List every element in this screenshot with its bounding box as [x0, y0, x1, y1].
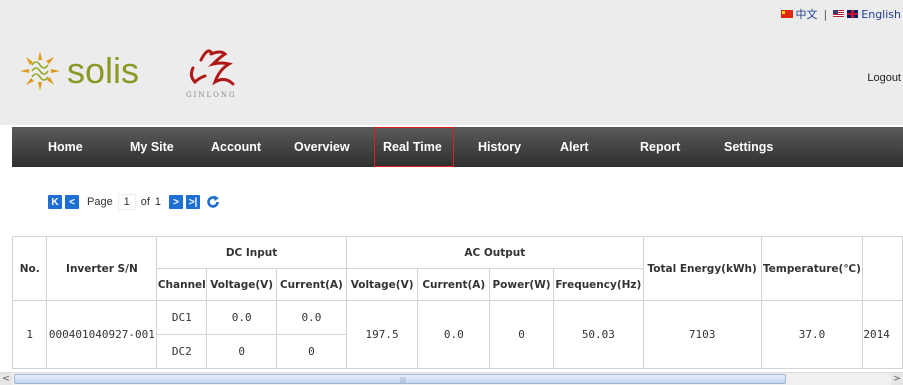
nav-account[interactable]: Account [211, 127, 261, 167]
of-label: of [140, 196, 150, 208]
col-total-energy: Total Energy(kWh) [642, 236, 762, 301]
col-no: No. [11, 236, 48, 301]
nav-real-time[interactable]: Real Time [374, 127, 454, 167]
table-row: 1 000401040927-001 DC1 0.0 0.0 197.5 0.0… [11, 300, 903, 369]
col-ac-output: AC Output [345, 236, 644, 269]
chinese-link[interactable]: 中文 [796, 6, 818, 22]
brand-name: solis [67, 50, 140, 91]
nav-settings[interactable]: Settings [724, 127, 773, 167]
english-link[interactable]: English [861, 8, 901, 21]
cell-power: 0 [489, 300, 554, 369]
nav-report[interactable]: Report [640, 127, 680, 167]
cell-inverter-sn: 000401040927-001 [46, 300, 158, 369]
china-flag-icon[interactable] [780, 10, 793, 18]
col-time [862, 236, 903, 301]
prev-page-icon[interactable]: < [65, 195, 79, 209]
cell-time: 2014 [862, 300, 903, 369]
ginlong-text: GINLONG [186, 91, 237, 99]
cell-temperature: 37.0 [760, 300, 864, 369]
cell-ac-current: 0.0 [417, 300, 491, 369]
cell-ac-voltage: 197.5 [345, 300, 419, 369]
nav-overview[interactable]: Overview [294, 127, 350, 167]
nav-home[interactable]: Home [48, 127, 83, 167]
horizontal-scrollbar[interactable]: < ||| > [0, 372, 903, 385]
scroll-thumb[interactable]: ||| [14, 374, 786, 384]
cell-no: 1 [11, 300, 48, 369]
col-dc-voltage: Voltage(V) [206, 268, 278, 301]
col-dc-input: DC Input [156, 236, 347, 269]
sun-logo-icon [20, 51, 60, 91]
cell-dc-voltage: 0.0 [206, 300, 278, 335]
pagination: K < Page 1 of 1 > >| [48, 194, 220, 210]
col-ac-current: Current(A) [417, 268, 491, 301]
col-channel: Channel [156, 268, 208, 301]
main-nav: Home My Site Account Overview Real Time … [12, 127, 903, 167]
cell-channel: DC1 [156, 300, 208, 335]
nav-alert[interactable]: Alert [560, 127, 588, 167]
first-page-icon[interactable]: K [48, 195, 62, 209]
cell-dc-voltage: 0 [206, 334, 278, 369]
col-frequency: Frequency(Hz) [552, 268, 644, 301]
cell-total-energy: 7103 [642, 300, 762, 369]
cell-dc-current: 0.0 [276, 300, 347, 335]
scroll-right-icon[interactable]: > [891, 373, 903, 385]
uk-flag-icon[interactable] [847, 10, 859, 18]
col-power: Power(W) [489, 268, 554, 301]
last-page-icon[interactable]: >| [186, 195, 201, 209]
grip-icon: ||| [400, 377, 407, 384]
col-temperature: Temperature(℃) [760, 236, 864, 301]
col-ac-voltage: Voltage(V) [345, 268, 419, 301]
language-bar: 中文 | English [780, 6, 901, 22]
nav-my-site[interactable]: My Site [130, 127, 174, 167]
scroll-left-icon[interactable]: < [0, 373, 12, 385]
page-number-input[interactable]: 1 [117, 194, 136, 210]
language-separator: | [823, 7, 828, 21]
solis-logo: solis [17, 48, 139, 94]
col-dc-current: Current(A) [276, 268, 347, 301]
realtime-table: No. Inverter S/N DC Input AC Output Tota… [11, 236, 903, 369]
page-label: Page [87, 196, 113, 208]
col-inverter-sn: Inverter S/N [46, 236, 158, 301]
refresh-icon[interactable] [206, 195, 220, 209]
us-flag-icon[interactable] [833, 10, 845, 18]
cell-frequency: 50.03 [552, 300, 644, 369]
next-page-icon[interactable]: > [169, 195, 184, 209]
cell-dc-current: 0 [276, 334, 347, 369]
nav-history[interactable]: History [478, 127, 521, 167]
total-pages: 1 [154, 196, 162, 208]
cell-channel: DC2 [156, 334, 208, 369]
logout-link[interactable]: Logout [867, 72, 901, 84]
